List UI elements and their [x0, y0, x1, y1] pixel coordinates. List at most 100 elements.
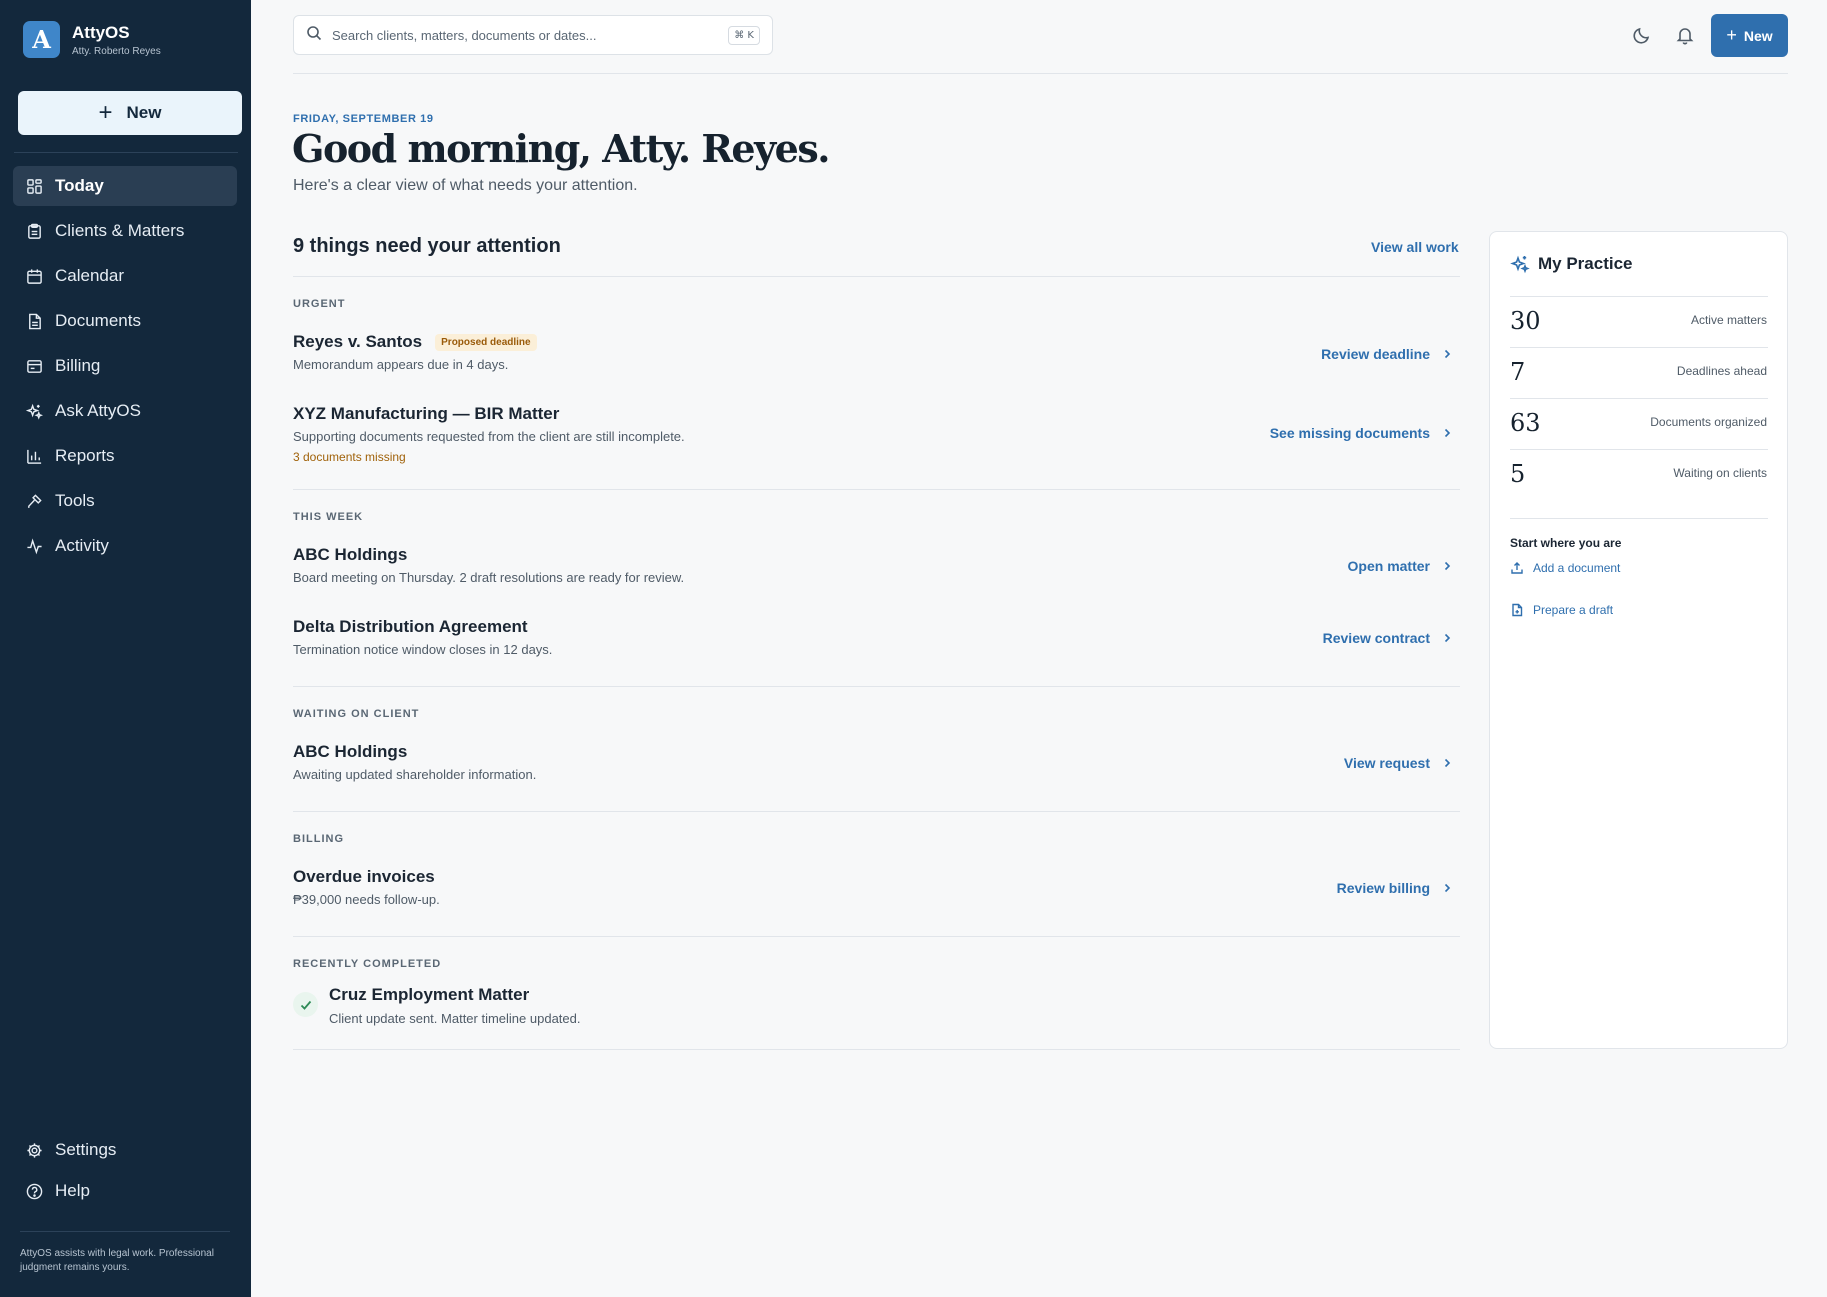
list-item-description: Board meeting on Thursday. 2 draft resol…: [293, 570, 685, 585]
gear-icon: [25, 1141, 43, 1159]
sidebar-item-label: Reports: [55, 446, 115, 465]
search-input[interactable]: [332, 27, 722, 43]
stat-waiting-label: Waiting on clients: [1673, 466, 1767, 480]
sidebar-item-today[interactable]: Today: [13, 166, 237, 206]
sidebar-item-billing[interactable]: Billing: [13, 346, 237, 386]
action-label: See missing documents: [1269, 425, 1430, 441]
sparkle-icon: [1510, 255, 1530, 274]
sidebar-item-label: Billing: [55, 356, 101, 375]
sidebar-item-label: Settings: [55, 1140, 117, 1159]
divider: [1510, 296, 1768, 297]
action-label: Review deadline: [1321, 346, 1430, 362]
sidebar-item-reports[interactable]: Reports: [13, 436, 237, 476]
matter-name: ABC Holdings: [293, 545, 408, 564]
list-item-title: Overdue invoices: [293, 867, 435, 887]
sidebar: A AttyOS Atty. Roberto Reyes + New Today…: [0, 0, 251, 1297]
stat-deadlines-value: 7: [1510, 358, 1526, 386]
matter-name: Delta Distribution Agreement: [293, 617, 528, 636]
list-item-description: Awaiting updated shareholder information…: [293, 767, 537, 782]
start-where-you-are-heading: Start where you are: [1510, 536, 1622, 550]
keyboard-shortcut-hint: ⌘ K: [728, 26, 760, 45]
sidebar-item-label: Documents: [55, 311, 141, 330]
billing-icon: [25, 357, 43, 375]
stat-deadlines-label: Deadlines ahead: [1676, 364, 1767, 378]
sidebar-new-button[interactable]: + New: [18, 91, 242, 135]
stat-documents-value: 63: [1510, 409, 1541, 437]
section-label-waiting-on-client: WAITING ON CLIENT: [293, 708, 420, 720]
bar-chart-icon: [25, 447, 43, 465]
sidebar-item-label: Help: [55, 1181, 90, 1200]
prepare-draft-label: Prepare a draft: [1533, 603, 1614, 617]
divider: [1510, 347, 1768, 348]
grid-icon: [25, 177, 43, 195]
chevron-right-icon: [1444, 758, 1451, 768]
list-item-title: ABC Holdings: [293, 742, 407, 762]
stat-documents-label: Documents organized: [1650, 415, 1767, 429]
sidebar-disclaimer: AttyOS assists with legal work. Professi…: [20, 1248, 214, 1273]
sidebar-item-activity[interactable]: Activity: [13, 526, 237, 566]
file-plus-icon: [1512, 603, 1523, 617]
search-bar[interactable]: ⌘ K: [293, 15, 773, 55]
list-item-title: Reyes v. Santos Proposed deadline: [293, 332, 537, 352]
list-item-title: ABC Holdings: [293, 545, 407, 565]
chevron-right-icon: [1444, 561, 1451, 571]
divider: [293, 1049, 1460, 1050]
sidebar-bottom-nav: Settings Help: [13, 1130, 237, 1212]
sidebar-item-calendar[interactable]: Calendar: [13, 256, 237, 296]
page-subtitle: Here's a clear view of what needs your a…: [293, 177, 638, 194]
section-label-this-week: THIS WEEK: [293, 511, 364, 523]
sparkle-icon: [25, 402, 43, 420]
sidebar-item-documents[interactable]: Documents: [13, 301, 237, 341]
list-item-description: Supporting documents requested from the …: [293, 429, 685, 444]
stat-waiting-value: 5: [1510, 460, 1526, 488]
app-logo: A: [23, 21, 60, 58]
list-item-title: XYZ Manufacturing — BIR Matter: [293, 404, 559, 424]
stat-active-matters-value: 30: [1510, 307, 1541, 335]
open-matter-link[interactable]: Open matter: [1348, 558, 1452, 574]
divider: [1510, 449, 1768, 450]
list-item-title: Cruz Employment Matter: [329, 985, 529, 1005]
check-icon: [300, 1000, 311, 1010]
missing-documents-warning: 3 documents missing: [293, 450, 406, 464]
sidebar-item-label: Ask AttyOS: [55, 401, 141, 420]
list-item-title: Delta Distribution Agreement: [293, 617, 528, 637]
brand[interactable]: A AttyOS Atty. Roberto Reyes: [23, 21, 161, 58]
view-all-work-link[interactable]: View all work: [1371, 239, 1459, 255]
see-missing-documents-link[interactable]: See missing documents: [1270, 425, 1452, 441]
sidebar-footer-divider: [20, 1231, 230, 1232]
new-button[interactable]: + New: [1711, 14, 1788, 57]
review-billing-link[interactable]: Review billing: [1337, 880, 1452, 896]
divider: [293, 686, 1460, 687]
dark-mode-toggle[interactable]: [1632, 25, 1652, 45]
card-title-label: My Practice: [1538, 254, 1633, 273]
sidebar-item-ask-attyos[interactable]: Ask AttyOS: [13, 391, 237, 431]
chevron-right-icon: [1444, 349, 1451, 359]
clipboard-icon: [25, 222, 43, 240]
action-label: View request: [1343, 755, 1430, 771]
sidebar-item-tools[interactable]: Tools: [13, 481, 237, 521]
sidebar-item-label: Calendar: [55, 266, 124, 285]
divider: [1510, 398, 1768, 399]
new-button-label: New: [1743, 27, 1773, 44]
plus-icon: +: [1726, 25, 1737, 45]
divider: [293, 489, 1460, 490]
sidebar-item-help[interactable]: Help: [13, 1171, 237, 1211]
chevron-right-icon: [1444, 883, 1451, 893]
sidebar-item-label: Today: [55, 176, 104, 195]
moon-icon: [1632, 27, 1652, 49]
notifications-button[interactable]: [1675, 25, 1695, 45]
header-divider: [293, 73, 1788, 74]
plus-icon: +: [98, 99, 113, 126]
view-request-link[interactable]: View request: [1344, 755, 1452, 771]
stat-active-matters-label: Active matters: [1690, 313, 1767, 327]
section-label-billing: BILLING: [293, 833, 344, 845]
add-document-label: Add a document: [1533, 561, 1621, 575]
app-name: AttyOS: [72, 22, 130, 42]
list-item-description: ₱39,000 needs follow-up.: [293, 892, 440, 907]
add-document-link[interactable]: Add a document: [1510, 561, 1620, 575]
sidebar-item-settings[interactable]: Settings: [13, 1130, 237, 1170]
prepare-draft-link[interactable]: Prepare a draft: [1510, 603, 1613, 617]
review-deadline-link[interactable]: Review deadline: [1321, 346, 1452, 362]
review-contract-link[interactable]: Review contract: [1323, 630, 1452, 646]
sidebar-item-clients-matters[interactable]: Clients & Matters: [13, 211, 237, 251]
